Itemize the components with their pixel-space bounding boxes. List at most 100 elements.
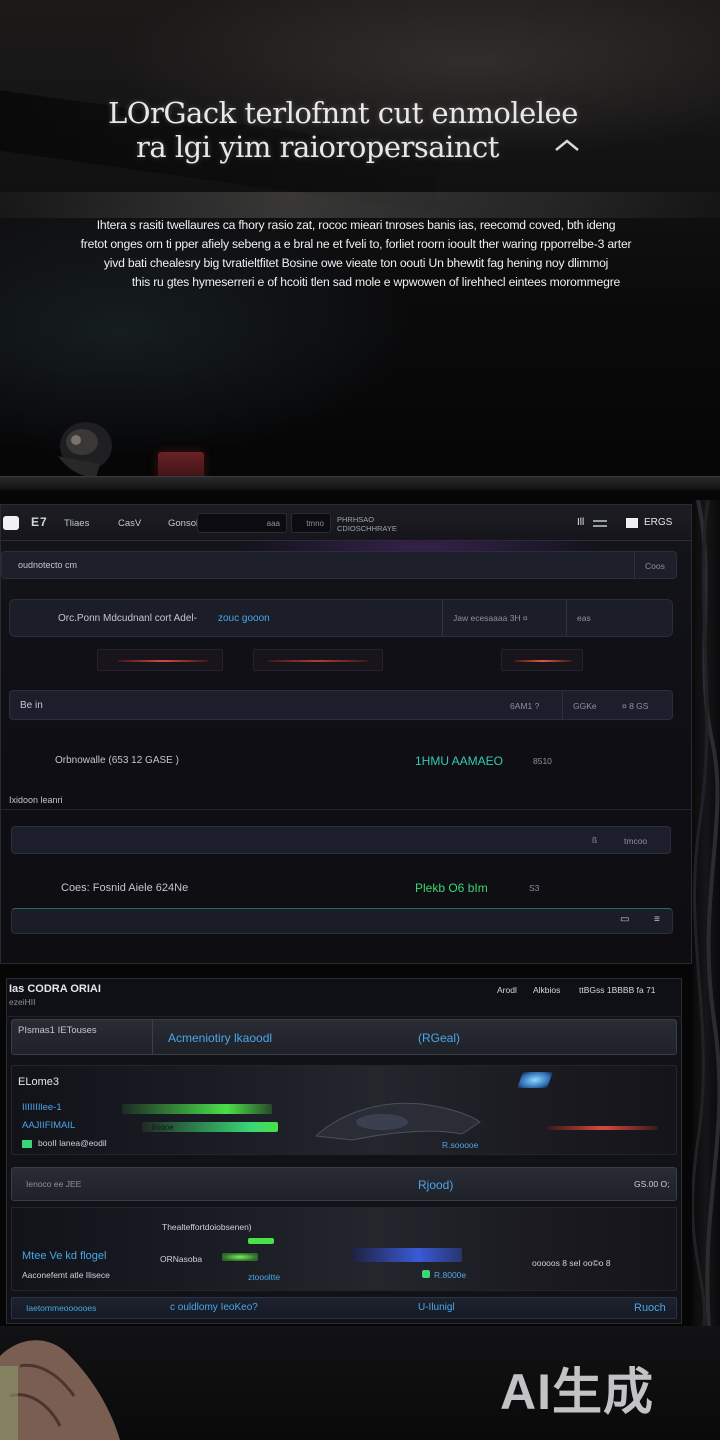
hero-body-line: this ru gtes hymeserreri e of hcoiti tle… xyxy=(131,275,621,289)
row-1-status[interactable]: (RGeal) xyxy=(418,1031,460,1045)
window-icon[interactable] xyxy=(626,518,638,528)
cable-decoration xyxy=(691,499,720,1341)
card-1-price: R.sooooe xyxy=(442,1140,479,1150)
card-2-tag: ORNasoba xyxy=(160,1254,203,1264)
slider-1[interactable] xyxy=(97,649,223,671)
info-line: PHRHSAO xyxy=(337,515,375,524)
green-indicator xyxy=(248,1238,274,1244)
cpu-value: 1HMU AAMAEO xyxy=(415,754,504,768)
library-header: Ias CODRA ORIAI ezeiHII Arodl Alkbios tt… xyxy=(7,979,681,1017)
cables-icon xyxy=(691,499,720,1341)
top-bar: E7 Tliaes CasV Gonsoh aaa tmno PHRHSAO C… xyxy=(1,505,691,541)
name-field[interactable]: Be in 6AM1 ? GGKe ¤ 8 GS xyxy=(9,690,673,720)
toolbar-info: PHRHSAO CDIOSCHHRAYE xyxy=(337,515,455,533)
search-bar[interactable]: oudnotecto cm Coos xyxy=(1,551,677,579)
light-band xyxy=(0,192,720,218)
header-link-2[interactable]: Alkbios xyxy=(533,985,560,995)
card-2-price-2: R.8000e xyxy=(434,1270,467,1280)
header-meta: ttBGss 1BBBB fa 71 xyxy=(579,985,656,995)
path-field[interactable]: ß tmcoo xyxy=(11,826,671,854)
row-2-label: Ienoco ee JEE xyxy=(26,1179,82,1189)
library-panel: Ias CODRA ORIAI ezeiHII Arodl Alkbios tt… xyxy=(6,978,682,1324)
layout-toggle[interactable]: Ill xyxy=(577,517,584,528)
red-light-bar xyxy=(548,1126,658,1130)
info-line: CDIOSCHHRAYE xyxy=(337,524,397,533)
gpu-unit: S3 xyxy=(529,883,540,893)
library-title: Ias CODRA ORIAI xyxy=(9,983,101,995)
green-light-bar xyxy=(222,1253,258,1261)
hero-body-line: fretot onges orn ti pper afiely sebeng a… xyxy=(80,237,632,251)
cpu-label: Orbnowalle (653 12 GASE ) xyxy=(55,755,179,766)
slider-2-fill xyxy=(268,660,368,662)
hero-title-line1: LOrGack terlofnnt cut enmolelee xyxy=(108,96,578,130)
footer-link-3[interactable]: U-Ilunigl xyxy=(418,1302,455,1313)
hero-title: LOrGack terlofnnt cut enmolelee ra lgi y… xyxy=(108,96,628,164)
header-link-1[interactable]: Arodl xyxy=(497,985,517,995)
row-2-amount: GS.00 O; xyxy=(634,1179,670,1189)
name-field-option[interactable]: GGKe xyxy=(562,691,618,719)
brand-label: E7 xyxy=(31,515,48,529)
progress-tag: lIoooe xyxy=(152,1123,174,1132)
card-2-meta: ooooos 8 seI oo©o 8 xyxy=(532,1258,611,1268)
path-field-value: tmcoo xyxy=(624,836,648,846)
helmet-figure xyxy=(58,422,112,478)
toolbar-field-1[interactable]: aaa xyxy=(197,513,287,533)
slider-1-fill xyxy=(118,660,208,662)
hero-body-line: yivd bati chealesry big tvratieltfitet B… xyxy=(103,256,609,270)
tab-1[interactable]: Tliaes xyxy=(64,518,89,529)
name-field-extra[interactable]: ¤ 8 GS xyxy=(622,701,648,711)
hero-body-line: Ihtera s rasiti twellaures ca fhory rasi… xyxy=(96,218,616,232)
slider-3-fill xyxy=(514,660,572,662)
divider xyxy=(152,1020,153,1054)
library-row-2[interactable]: Ienoco ee JEE Rjood) GS.00 O; xyxy=(11,1167,677,1201)
blue-bar xyxy=(352,1248,462,1262)
model-option[interactable]: Jaw ecesaaaa 3H ¤ xyxy=(442,600,566,636)
light-icon xyxy=(517,1072,553,1088)
item-card-1[interactable]: ELome3 IIIIIIIlee-1 AAJIIFIMAIL booII la… xyxy=(11,1065,677,1155)
item-card-2[interactable]: Thealteffortdoiobsenen) Mtee Ve kd floge… xyxy=(11,1207,677,1291)
status-dot-icon xyxy=(422,1270,430,1278)
hero-title-line2: ra lgi yim raioropersainct xyxy=(136,130,499,164)
card-1-line2: AAJIIFIMAIL xyxy=(22,1120,76,1131)
footer-link-1[interactable]: Iaetommeoooooes xyxy=(26,1303,96,1313)
card-1-title: ELome3 xyxy=(18,1076,59,1088)
divider xyxy=(1,809,691,810)
card-2-line1: Mtee Ve kd flogel xyxy=(22,1250,107,1262)
search-label: oudnotecto cm xyxy=(18,560,78,570)
hero-ledge xyxy=(0,476,720,490)
account-label[interactable]: ERGS xyxy=(644,517,672,528)
row-2-status[interactable]: Rjood) xyxy=(418,1178,453,1192)
name-field-label: Be in xyxy=(20,700,43,711)
window-icon[interactable]: ▭ xyxy=(620,914,629,925)
model-link[interactable]: zouc gooon xyxy=(218,613,270,624)
ai-generated-watermark: AI生成 xyxy=(500,1364,654,1420)
chevron-up-icon[interactable] xyxy=(552,136,582,156)
tab-2[interactable]: CasV xyxy=(118,518,141,529)
card-1-line3: booII lanea@eodil xyxy=(38,1138,107,1148)
lock-icon[interactable]: ß xyxy=(592,835,597,845)
card-1-line1: IIIIIIIlee-1 xyxy=(22,1102,62,1113)
list-icon[interactable] xyxy=(593,519,607,529)
name-field-value: 6AM1 ? xyxy=(510,701,540,711)
row-1-label: PIsmas1 IETouses xyxy=(18,1025,97,1036)
model-row[interactable]: Orc.Ponn Mdcudnanl cort Adel- zouc gooon… xyxy=(9,599,673,637)
row-1-link[interactable]: Acmeniotiry lkaoodl xyxy=(168,1031,272,1045)
slider-2[interactable] xyxy=(253,649,383,671)
cpu-unit: 8510 xyxy=(533,756,552,766)
slider-3[interactable] xyxy=(501,649,583,671)
menu-icon[interactable]: ≡ xyxy=(654,914,660,925)
status-dot-icon xyxy=(22,1140,32,1148)
toolbar-field-2[interactable]: tmno xyxy=(291,513,331,533)
model-label: Orc.Ponn Mdcudnanl cort Adel- xyxy=(58,613,197,624)
search-button[interactable]: Coos xyxy=(634,552,678,578)
app-window: E7 Tliaes CasV Gonsoh aaa tmno PHRHSAO C… xyxy=(0,504,692,964)
library-row-1[interactable]: PIsmas1 IETouses Acmeniotiry lkaoodl (RG… xyxy=(11,1019,677,1055)
vehicle-illustration xyxy=(314,1102,481,1141)
progress-bar-1 xyxy=(122,1104,272,1114)
output-field[interactable]: ▭ ≡ xyxy=(11,908,673,934)
app-logo-icon[interactable] xyxy=(3,516,19,530)
hand-illustration xyxy=(0,1340,120,1440)
footer-action-button[interactable]: Ruoch xyxy=(634,1302,666,1314)
footer-link-2[interactable]: c ouldlomy IeoKeo? xyxy=(170,1302,258,1313)
model-option-2[interactable]: eas xyxy=(566,600,674,636)
